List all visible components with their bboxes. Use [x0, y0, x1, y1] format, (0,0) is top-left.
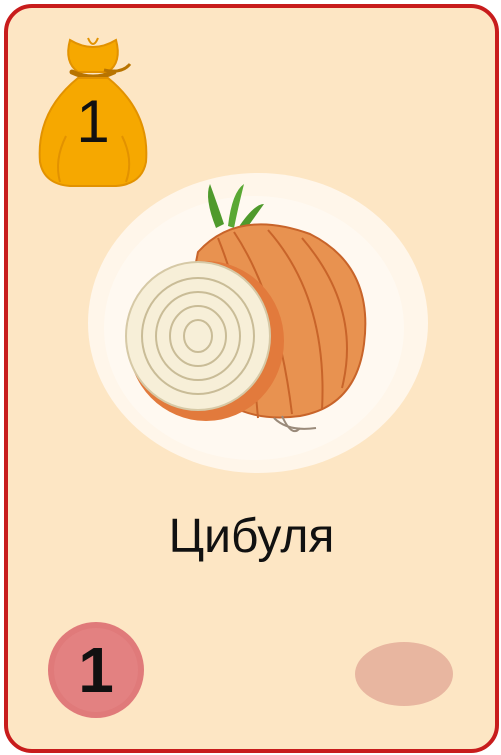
card-title: Цибуля: [168, 510, 335, 563]
cost-value: 1: [76, 88, 110, 155]
onion-illustration: [78, 148, 438, 478]
game-card[interactable]: 1 Цибуля 1: [4, 4, 499, 753]
token-marker: [355, 642, 453, 706]
points-badge: 1: [46, 620, 146, 720]
points-value: 1: [78, 634, 114, 706]
